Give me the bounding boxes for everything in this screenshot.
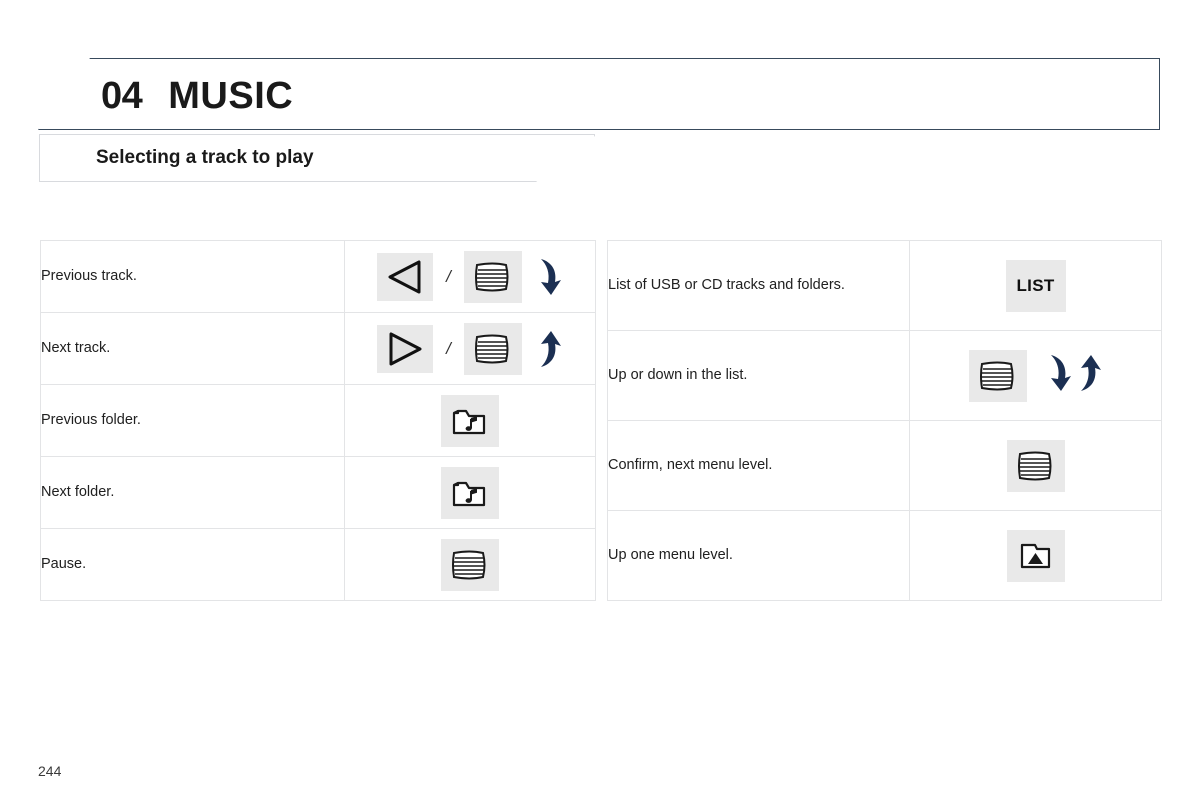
page-number: 244 (38, 763, 62, 779)
table-row: Previous folder. (40, 384, 596, 457)
rotary-knob-icon[interactable] (968, 349, 1027, 402)
control-description: Up one menu level. (607, 510, 910, 601)
triangle-right-icon[interactable] (377, 324, 434, 373)
section-title-bar: Selecting a track to play (39, 134, 595, 182)
control-icon-group: / (345, 322, 595, 375)
chapter-header-inner: 04 MUSIC (101, 75, 293, 118)
control-icon-group (345, 466, 595, 519)
curved-arrow-up-icon (1075, 352, 1103, 399)
folder-music-icon[interactable] (441, 466, 499, 519)
control-icons-cell: / (344, 312, 596, 385)
up-down-arrows-group (1045, 352, 1103, 399)
rotary-knob-icon[interactable] (463, 250, 522, 303)
curved-arrow-down-icon (535, 256, 563, 298)
control-icons-cell: LIST (909, 240, 1162, 331)
chapter-number: 04 (101, 74, 143, 117)
control-icon-group: LIST (910, 259, 1161, 312)
table-row: Next track. / (40, 312, 596, 385)
section-title: Selecting a track to play (96, 147, 314, 168)
control-description: Next folder. (40, 456, 345, 529)
control-icon-group (345, 394, 595, 447)
table-row: Pause. (40, 528, 596, 601)
table-row: Previous track. / (40, 240, 596, 313)
control-icons-cell (344, 384, 596, 457)
curved-arrow-down-icon (1045, 352, 1073, 399)
control-icon-group (910, 349, 1161, 402)
control-icon-group (910, 529, 1161, 582)
control-description: Previous track. (40, 240, 345, 313)
table-row: Up one menu level. (607, 510, 1162, 601)
control-icons-cell (344, 456, 596, 529)
table-row: Up or down in the list. (607, 330, 1162, 421)
control-icon-group (345, 538, 595, 591)
control-description: Previous folder. (40, 384, 345, 457)
control-icons-cell (909, 510, 1162, 601)
chapter-header: 04 MUSIC (38, 58, 1160, 130)
control-description: List of USB or CD tracks and folders. (607, 240, 910, 331)
control-description: Next track. (40, 312, 345, 385)
left-controls-table: Previous track. / Next track. / Previous… (40, 240, 596, 601)
rotary-knob-icon[interactable] (1006, 439, 1065, 492)
separator-slash: / (446, 266, 451, 286)
chapter-title: MUSIC (168, 74, 294, 117)
rotary-knob-icon[interactable] (463, 322, 522, 375)
control-description: Confirm, next menu level. (607, 420, 910, 511)
table-row: List of USB or CD tracks and folders. LI… (607, 240, 1162, 331)
control-icons-cell: / (344, 240, 596, 313)
control-icon-group (910, 439, 1161, 492)
control-icons-cell (909, 330, 1162, 421)
right-controls-table: List of USB or CD tracks and folders. LI… (607, 240, 1162, 601)
controls-tables: Previous track. / Next track. / Previous… (40, 240, 1162, 601)
table-row: Confirm, next menu level. (607, 420, 1162, 511)
folder-music-icon[interactable] (441, 394, 499, 447)
curved-arrow-up-icon (535, 328, 563, 370)
manual-page: 04 MUSIC Selecting a track to play Previ… (0, 0, 1200, 800)
control-icons-cell (344, 528, 596, 601)
control-description: Up or down in the list. (607, 330, 910, 421)
rotary-knob-icon[interactable] (441, 538, 499, 591)
separator-slash: / (446, 338, 451, 358)
control-icon-group: / (345, 250, 595, 303)
list-button-icon[interactable]: LIST (1005, 259, 1066, 312)
table-row: Next folder. (40, 456, 596, 529)
control-icons-cell (909, 420, 1162, 511)
folder-up-icon[interactable] (1006, 529, 1065, 582)
triangle-left-icon[interactable] (377, 252, 434, 301)
control-description: Pause. (40, 528, 345, 601)
